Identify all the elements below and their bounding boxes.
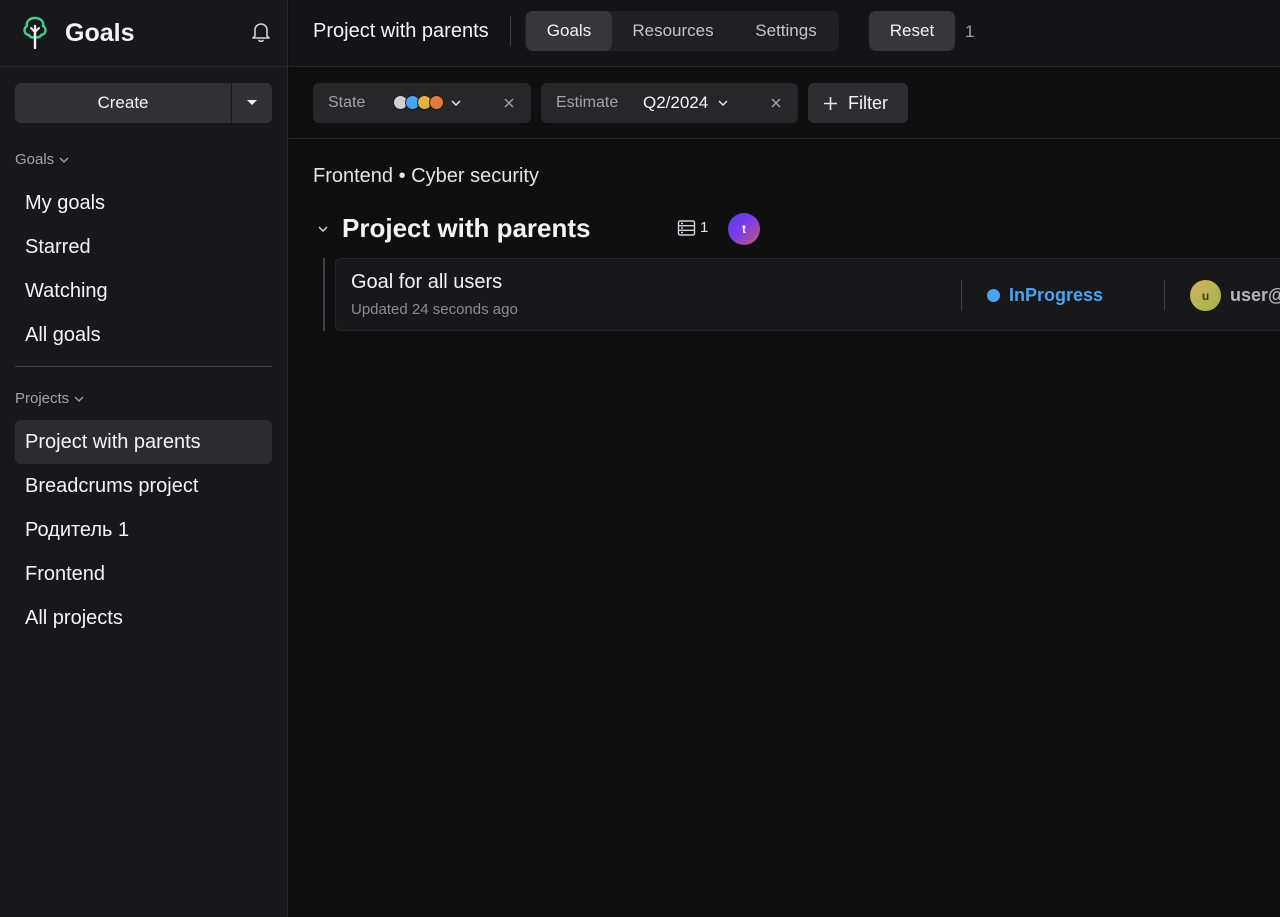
tab-goals[interactable]: Goals xyxy=(526,11,612,51)
state-status-icon xyxy=(987,289,1000,302)
assignee-name: user@ xyxy=(1230,285,1280,305)
chevron-down-icon xyxy=(74,396,84,402)
estimate-filter-value: Q2/2024 xyxy=(643,93,709,112)
state-filter-label: State xyxy=(328,94,366,111)
project-group-header: Project with parents 1 t xyxy=(313,212,773,246)
add-filter-button[interactable]: Filter xyxy=(808,83,908,123)
goal-updated-time: Updated 24 seconds ago xyxy=(351,301,518,318)
clear-state-filter-icon[interactable] xyxy=(501,95,517,111)
sidebar-item-label: Starred xyxy=(25,235,91,258)
breadcrumb: Frontend • Cyber security xyxy=(313,165,539,187)
reset-count: 1 xyxy=(965,22,975,41)
sidebar-item-watching[interactable]: Watching xyxy=(15,269,272,313)
projects-section-label: Projects xyxy=(15,390,70,407)
sidebar-item-all-projects[interactable]: All projects xyxy=(15,596,272,640)
tree-connector-line xyxy=(323,258,325,331)
goal-state-badge[interactable]: InProgress xyxy=(1009,285,1103,306)
sidebar-item-label: All projects xyxy=(25,606,123,629)
sidebar-item-label: Родитель 1 xyxy=(25,518,130,541)
column-divider xyxy=(1164,280,1165,310)
chevron-down-icon xyxy=(59,157,69,163)
avatar-initial: t xyxy=(742,222,746,236)
estimate-filter-label: Estimate xyxy=(556,94,619,111)
avatar[interactable]: u xyxy=(1190,280,1221,311)
state-filter[interactable]: State xyxy=(313,83,531,123)
tab-settings[interactable]: Settings xyxy=(734,11,838,51)
page-title: Project with parents xyxy=(313,20,489,42)
clear-estimate-filter-icon[interactable] xyxy=(768,95,784,111)
sidebar-item-breadcrums-project[interactable]: Breadcrums project xyxy=(15,464,272,508)
column-divider xyxy=(961,280,962,310)
goals-section-toggle[interactable]: Goals xyxy=(15,151,69,168)
tab-resources[interactable]: Resources xyxy=(612,11,734,51)
chevron-down-icon xyxy=(451,100,461,106)
sidebar-item-project-with-parents[interactable]: Project with parents xyxy=(15,420,272,464)
sidebar-item-label: Project with parents xyxy=(25,430,201,453)
sidebar-item-label: Frontend xyxy=(25,562,106,585)
sidebar-divider xyxy=(15,366,272,367)
sidebar-item-label: Breadcrums project xyxy=(25,474,199,497)
sidebar-item-my-goals[interactable]: My goals xyxy=(15,181,272,225)
logo-row: Goals xyxy=(0,0,287,67)
caret-down-icon xyxy=(247,100,257,105)
chevron-down-icon xyxy=(718,100,728,106)
app-title: Goals xyxy=(65,18,135,47)
projects-section-toggle[interactable]: Projects xyxy=(15,390,84,407)
sidebar: Goals Create Goals My goals Starred Watc… xyxy=(0,0,288,917)
create-dropdown-button[interactable] xyxy=(232,83,272,123)
project-group-title[interactable]: Project with parents xyxy=(342,213,591,244)
state-dot-icon xyxy=(429,95,444,110)
goal-title[interactable]: Goal for all users xyxy=(351,271,502,294)
tab-bar: Goals Resources Settings xyxy=(525,11,839,51)
sidebar-item-all-goals[interactable]: All goals xyxy=(15,313,272,357)
avatar-initial: u xyxy=(1201,288,1210,303)
goals-count: 1 xyxy=(700,219,709,236)
plus-icon xyxy=(824,96,837,110)
sidebar-item-label: All goals xyxy=(25,323,101,346)
goals-list-icon xyxy=(677,219,696,237)
goal-list-item[interactable]: Goal for all users Updated 24 seconds ag… xyxy=(335,258,1280,331)
goals-section-label: Goals xyxy=(15,151,55,168)
create-button[interactable]: Create xyxy=(15,83,231,123)
tree-logo-icon xyxy=(22,16,50,50)
estimate-filter[interactable]: Estimate Q2/2024 xyxy=(541,83,798,123)
create-button-group: Create xyxy=(15,83,272,123)
avatar[interactable]: t xyxy=(728,213,760,245)
sidebar-item-label: My goals xyxy=(25,191,106,214)
sidebar-item-label: Watching xyxy=(25,279,108,302)
bell-icon[interactable] xyxy=(251,21,271,43)
page-header: Project with parents Goals Resources Set… xyxy=(289,0,1280,67)
collapse-chevron-icon[interactable] xyxy=(316,222,330,236)
header-divider xyxy=(510,16,511,46)
reset-button[interactable]: Reset xyxy=(869,11,955,51)
filter-bar: State Estimate Q2/2024 Filter xyxy=(289,68,1280,139)
sidebar-item-starred[interactable]: Starred xyxy=(15,225,272,269)
sidebar-item-parent-1[interactable]: Родитель 1 xyxy=(15,508,272,552)
sidebar-item-frontend[interactable]: Frontend xyxy=(15,552,272,596)
add-filter-label: Filter xyxy=(848,92,888,113)
